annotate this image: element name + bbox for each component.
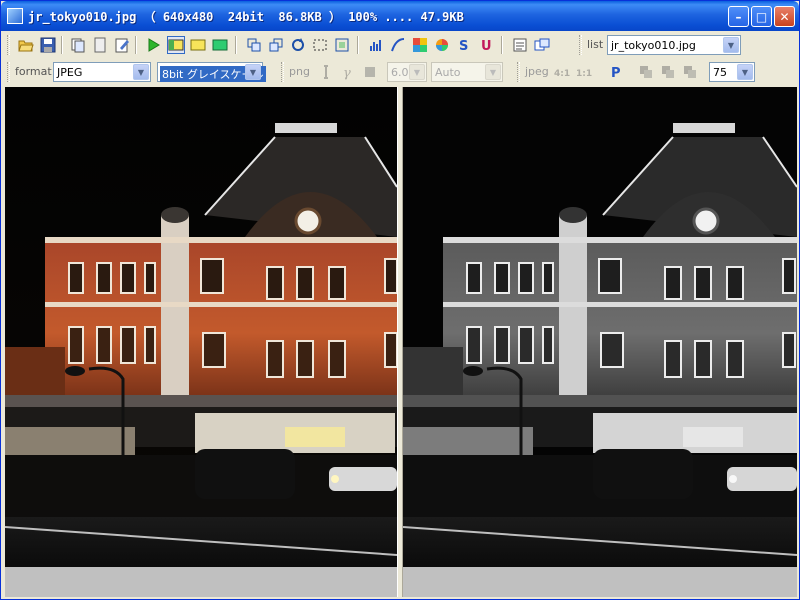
- yellow-rect-icon[interactable]: [189, 36, 207, 54]
- chevron-down-icon[interactable]: ▼: [133, 64, 149, 80]
- green-rect-icon[interactable]: [211, 36, 229, 54]
- window-title: jr_tokyo010.jpg （ 640x480 24bit 86.8KB ）…: [28, 10, 464, 24]
- jpeg-quality-dropdown[interactable]: 75 ▼: [709, 62, 755, 82]
- color-wheel-icon[interactable]: [433, 36, 451, 54]
- original-image-pane[interactable]: [5, 87, 397, 597]
- crop-in-icon[interactable]: [245, 36, 263, 54]
- transparency-icon[interactable]: [361, 63, 379, 81]
- gamma-icon[interactable]: γ: [339, 63, 357, 81]
- color-depth-dropdown[interactable]: 8bit グレイスケール ▼: [157, 62, 266, 82]
- toolbar-separator: [235, 36, 237, 54]
- toolbar-grip[interactable]: [7, 62, 10, 82]
- jpeg-label: jpeg: [525, 65, 549, 78]
- toolbar-separator: [135, 36, 137, 54]
- svg-text:S: S: [459, 39, 468, 53]
- png-level-value: 6.0: [391, 66, 409, 79]
- format-value: JPEG: [57, 66, 83, 79]
- svg-text:1:1: 1:1: [576, 69, 592, 79]
- svg-text:U: U: [481, 39, 492, 53]
- subsampling-icon[interactable]: 4:1: [553, 63, 571, 81]
- jpeg-quality-value: 75: [713, 66, 727, 79]
- toolbar-separator: [357, 36, 359, 54]
- grayscale-preview-image: [403, 87, 797, 567]
- chevron-down-icon[interactable]: ▼: [737, 64, 753, 80]
- stack-icon[interactable]: [681, 63, 699, 81]
- crop-out-icon[interactable]: [267, 36, 285, 54]
- chevron-down-icon[interactable]: ▼: [485, 64, 501, 80]
- view-icon[interactable]: [511, 36, 529, 54]
- png-label: png: [289, 65, 310, 78]
- original-color-image: [5, 87, 397, 567]
- layers-icon[interactable]: [659, 63, 677, 81]
- png-level-dropdown[interactable]: 6.0 ▼: [387, 62, 427, 82]
- toolbar-separator: [61, 36, 63, 54]
- title-bar[interactable]: jr_tokyo010.jpg （ 640x480 24bit 86.8KB ）…: [1, 1, 799, 31]
- play-icon[interactable]: [145, 36, 163, 54]
- toolbar-grip[interactable]: [579, 35, 582, 55]
- format-dropdown[interactable]: JPEG ▼: [53, 62, 151, 82]
- list-label: list: [587, 38, 604, 51]
- format-label: format: [15, 65, 52, 78]
- u-icon[interactable]: U: [477, 36, 495, 54]
- app-window: jr_tokyo010.jpg （ 640x480 24bit 86.8KB ）…: [0, 0, 800, 600]
- png-filter-dropdown[interactable]: Auto ▼: [431, 62, 503, 82]
- chevron-down-icon[interactable]: ▼: [409, 64, 425, 80]
- copy-icon[interactable]: [69, 36, 87, 54]
- preview-image-pane[interactable]: [403, 87, 797, 597]
- minimize-button[interactable]: –: [728, 6, 749, 27]
- rotate-icon[interactable]: [289, 36, 307, 54]
- toolbar-grip[interactable]: [7, 35, 10, 55]
- toolbar-separator: [501, 36, 503, 54]
- maximize-button[interactable]: □: [751, 6, 772, 27]
- optimize-icon[interactable]: [637, 63, 655, 81]
- save-icon[interactable]: [39, 36, 57, 54]
- close-button[interactable]: ✕: [774, 6, 795, 27]
- progressive-icon[interactable]: P: [607, 63, 625, 81]
- single-view-icon[interactable]: [167, 36, 185, 54]
- page-icon[interactable]: [91, 36, 109, 54]
- palette-icon[interactable]: [411, 36, 429, 54]
- app-icon[interactable]: [7, 8, 23, 24]
- svg-text:P: P: [611, 66, 621, 80]
- s-icon[interactable]: S: [455, 36, 473, 54]
- svg-text:4:1: 4:1: [554, 69, 570, 79]
- selection-icon[interactable]: [311, 36, 329, 54]
- list-value: jr_tokyo010.jpg: [611, 39, 696, 52]
- main-toolbar: S U list jr_tokyo010.jpg ▼: [5, 32, 797, 58]
- curve-icon[interactable]: [389, 36, 407, 54]
- toolbar-grip[interactable]: [281, 62, 284, 82]
- list-dropdown[interactable]: jr_tokyo010.jpg ▼: [607, 35, 741, 55]
- window-icon[interactable]: [533, 36, 551, 54]
- subsampling-alt-icon[interactable]: 1:1: [575, 63, 593, 81]
- histogram-icon[interactable]: [367, 36, 385, 54]
- png-filter-value: Auto: [435, 66, 461, 79]
- resize-icon[interactable]: [333, 36, 351, 54]
- chevron-down-icon[interactable]: ▼: [245, 64, 261, 80]
- svg-text:γ: γ: [343, 66, 351, 80]
- interlace-icon[interactable]: [317, 63, 335, 81]
- format-toolbar: format JPEG ▼ 8bit グレイスケール ▼ png γ 6.0 ▼…: [5, 59, 797, 85]
- edit-icon[interactable]: [113, 36, 131, 54]
- toolbar-grip[interactable]: [517, 62, 520, 82]
- open-folder-icon[interactable]: [17, 36, 35, 54]
- chevron-down-icon[interactable]: ▼: [723, 37, 739, 53]
